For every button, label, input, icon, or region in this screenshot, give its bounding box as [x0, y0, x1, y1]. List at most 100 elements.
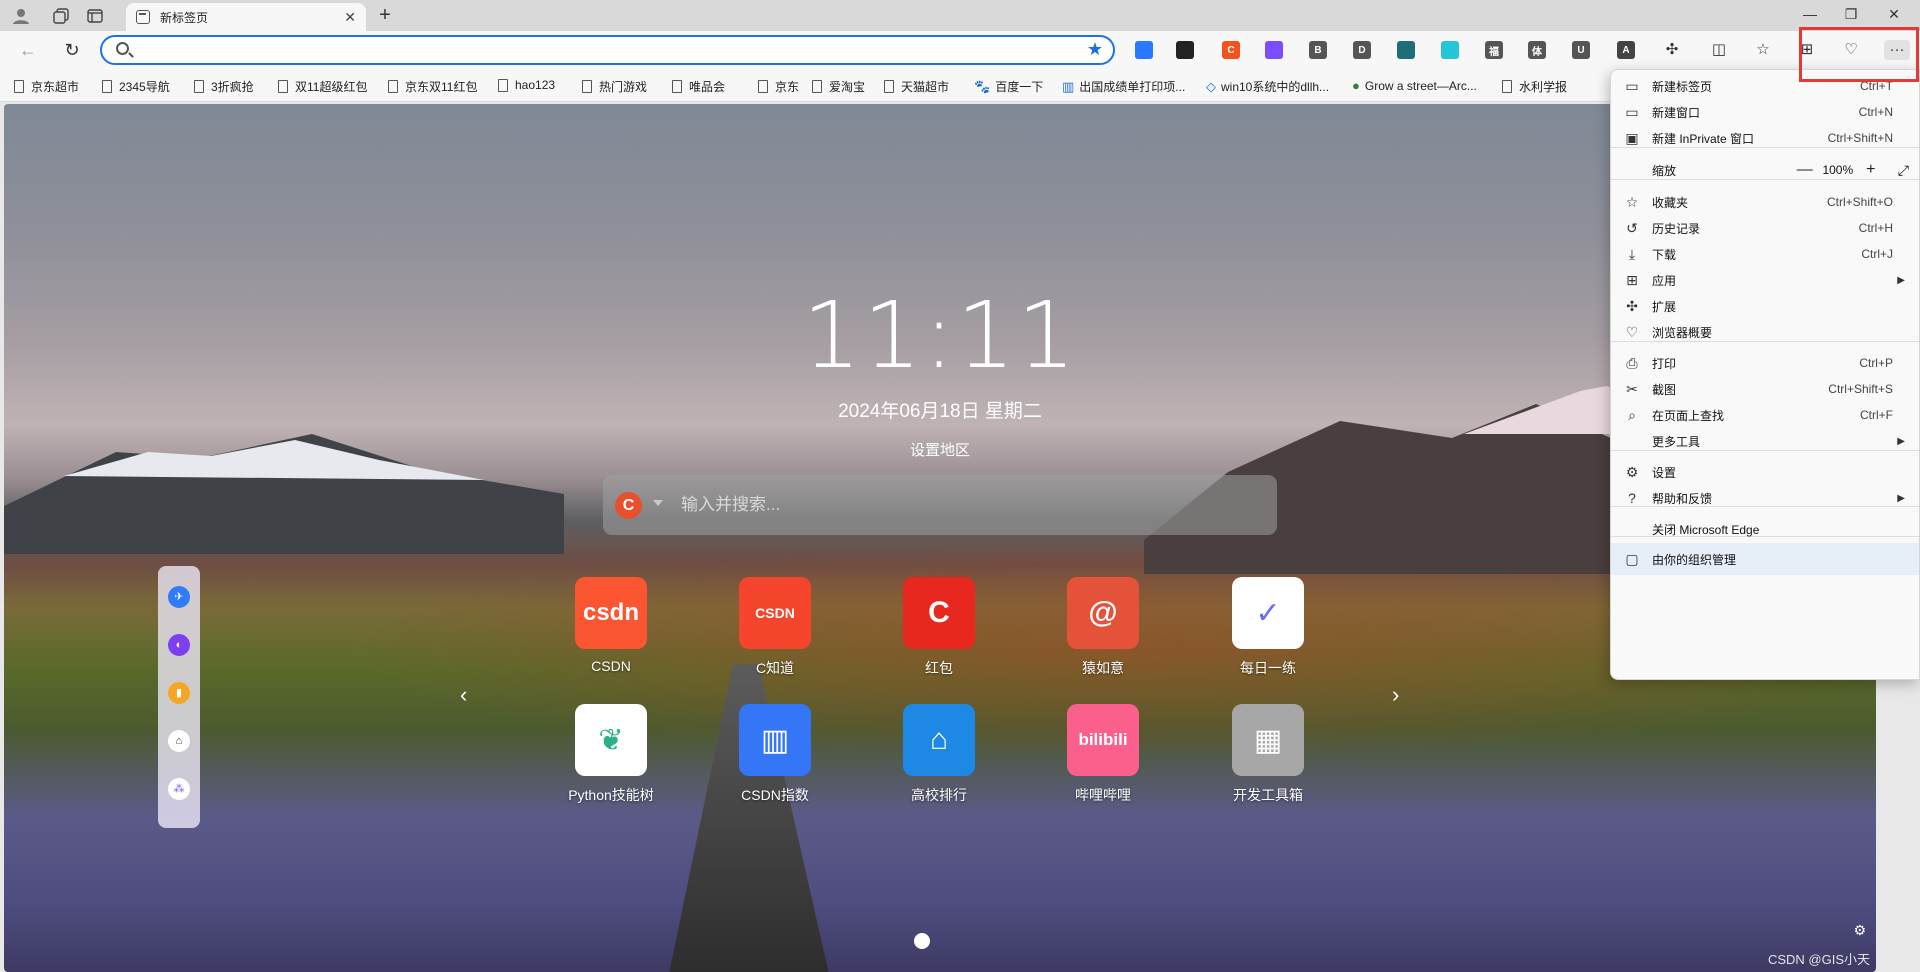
tab-new-tab[interactable]: 新标签页 ✕	[126, 3, 366, 31]
ext-1-icon[interactable]	[1135, 41, 1153, 59]
ext-8-icon[interactable]	[1441, 41, 1459, 59]
engine-dropdown-icon[interactable]	[653, 500, 663, 506]
menu-item-label: 新建 InPrivate 窗口	[1652, 131, 1755, 146]
shortcut-tile[interactable]: C 红包	[884, 577, 994, 678]
shortcut-tile[interactable]: ▥ CSDN指数	[720, 704, 830, 805]
shortcut-tile-icon: csdn	[575, 577, 647, 649]
ext-u-icon[interactable]: U	[1572, 41, 1590, 59]
extensions-icon[interactable]: ✣	[1662, 40, 1682, 60]
restore-icon[interactable]: ❐	[1841, 6, 1861, 23]
site-favicon-icon: ●	[1352, 78, 1360, 93]
favorite-label: 京东双11红包	[405, 80, 478, 94]
ext-4-icon[interactable]	[1265, 41, 1283, 59]
set-region-label[interactable]: 设置地区	[910, 442, 970, 459]
favorite-item[interactable]: 热门游戏	[582, 78, 647, 95]
menu-item[interactable]: ▢ 由你的组织管理	[1611, 543, 1919, 575]
dock-app-2-icon[interactable]: ◐	[168, 634, 190, 656]
shortcut-tile[interactable]: ▦ 开发工具箱	[1213, 704, 1323, 805]
favorite-item[interactable]: ◇ win10系统中的dllh...	[1206, 78, 1329, 95]
dock-app-5-icon[interactable]: ⁂	[168, 778, 190, 800]
menu-item-label: 设置	[1652, 465, 1677, 480]
menu-item-shortcut: Ctrl+Shift+N	[1827, 131, 1893, 145]
shortcut-tile[interactable]: CSDN C知道	[720, 577, 830, 678]
address-bar[interactable]: ★	[100, 35, 1115, 65]
favorite-item[interactable]: 2345导航	[102, 78, 170, 95]
shortcut-tile[interactable]: ✓ 每日一练	[1213, 577, 1323, 678]
ext-ti-icon[interactable]: 体	[1528, 41, 1546, 59]
tiles-prev-arrow-icon[interactable]: ‹	[460, 682, 467, 708]
favorite-label: 热门游戏	[599, 80, 648, 94]
shortcut-tile-label: 哔哩哔哩	[1075, 787, 1131, 803]
shortcut-tile[interactable]: csdn CSDN	[556, 577, 666, 674]
zoom-in-button[interactable]: +	[1860, 161, 1882, 179]
menu-item-label: 打印	[1652, 356, 1677, 371]
menu-item[interactable]: 更多工具 ▶	[1611, 425, 1919, 457]
favorites-icon[interactable]: ☆	[1753, 40, 1773, 60]
menu-item[interactable]: 关闭 Microsoft Edge	[1611, 513, 1919, 545]
shortcut-tile[interactable]: ⌂ 高校排行	[884, 704, 994, 805]
tab-close-icon[interactable]: ✕	[344, 9, 356, 26]
menu-item[interactable]: ▣ 新建 InPrivate 窗口 Ctrl+Shift+N	[1611, 122, 1919, 154]
dock-app-3-icon[interactable]: ▮	[168, 682, 190, 704]
favorite-star-icon[interactable]: ★	[1087, 39, 1103, 60]
favorite-item[interactable]: ● Grow a street—Arc...	[1352, 78, 1477, 93]
dock-app-1-icon[interactable]: ✈	[168, 586, 190, 608]
ext-c-icon[interactable]: C	[1222, 41, 1240, 59]
favorite-item[interactable]: 爱淘宝	[812, 78, 865, 95]
new-window-icon: ▭	[1625, 103, 1639, 120]
tiles-next-arrow-icon[interactable]: ›	[1392, 682, 1399, 708]
refresh-icon[interactable]: ↻	[60, 39, 84, 61]
favorite-item[interactable]: 🐾 百度一下	[974, 78, 1043, 95]
favorite-item[interactable]: hao123	[498, 78, 555, 92]
page-indicator-dot[interactable]	[914, 933, 930, 949]
shortcut-tile-icon: C	[903, 577, 975, 649]
favorite-item[interactable]: ▥ 出国成绩单打印项...	[1062, 78, 1185, 95]
vertical-tabs-icon[interactable]	[84, 5, 106, 27]
favorite-label: 天猫超市	[901, 80, 950, 94]
shortcut-tile-label: 红包	[925, 660, 953, 676]
zoom-out-button[interactable]: —	[1794, 161, 1816, 179]
split-screen-icon[interactable]: ◫	[1709, 40, 1729, 60]
new-tab-button[interactable]: +	[374, 4, 396, 27]
favorite-item[interactable]: 双11超级红包	[278, 78, 367, 95]
ext-2-icon[interactable]	[1176, 41, 1194, 59]
ext-b-icon[interactable]: B	[1309, 41, 1327, 59]
shortcut-tile-icon: ▥	[739, 704, 811, 776]
menu-item-shortcut: Ctrl+Shift+O	[1826, 195, 1893, 209]
csdn-search-logo-icon[interactable]: C	[615, 492, 642, 519]
menu-item-label: 下载	[1652, 247, 1677, 262]
profile-icon[interactable]	[10, 5, 32, 27]
page-icon	[758, 80, 768, 93]
menu-item[interactable]: ♡ 浏览器概要	[1611, 316, 1919, 348]
favorite-item[interactable]: 京东双11红包	[388, 78, 477, 95]
favorite-label: 3折疯抢	[211, 80, 254, 94]
dock-app-4-icon[interactable]: ⌂	[168, 730, 190, 752]
favorites-icon: ☆	[1625, 193, 1639, 210]
fullscreen-icon[interactable]: ⤢	[1898, 162, 1909, 179]
shortcut-tile-icon: ❦	[575, 704, 647, 776]
shortcut-tile[interactable]: ❦ Python技能树	[556, 704, 666, 805]
minimize-icon[interactable]: —	[1800, 6, 1820, 22]
set-region-link[interactable]: 设置地区	[4, 439, 1876, 460]
favorite-item[interactable]: 京东超市	[14, 78, 79, 95]
page-settings-icon[interactable]: ⚙	[1853, 922, 1866, 939]
ext-a-icon[interactable]: A	[1617, 41, 1635, 59]
menu-item-label: 由你的组织管理	[1652, 552, 1737, 567]
favorite-item[interactable]: 唯品会	[672, 78, 725, 95]
help-icon: ?	[1628, 490, 1636, 506]
back-icon[interactable]: ←	[16, 39, 40, 61]
shortcut-tile[interactable]: bilibili 哔哩哔哩	[1048, 704, 1158, 805]
workspaces-icon[interactable]	[50, 5, 72, 27]
ext-fu-icon[interactable]: 福	[1485, 41, 1503, 59]
favorite-item[interactable]: 水利学报	[1502, 78, 1567, 95]
clock-date: 2024年06月18日 星期二	[838, 401, 1042, 422]
shortcut-tile[interactable]: @ 猿如意	[1048, 577, 1158, 678]
favorite-item[interactable]: 天猫超市	[884, 78, 949, 95]
favorite-item[interactable]: 京东	[758, 78, 799, 95]
ext-d-icon[interactable]: D	[1353, 41, 1371, 59]
favorite-item[interactable]: 3折疯抢	[194, 78, 254, 95]
window-close-icon[interactable]: ✕	[1884, 6, 1904, 23]
search-input[interactable]	[681, 491, 1241, 519]
ext-7-icon[interactable]	[1397, 41, 1415, 59]
menu-item[interactable]: ? 帮助和反馈 ▶	[1611, 482, 1919, 514]
